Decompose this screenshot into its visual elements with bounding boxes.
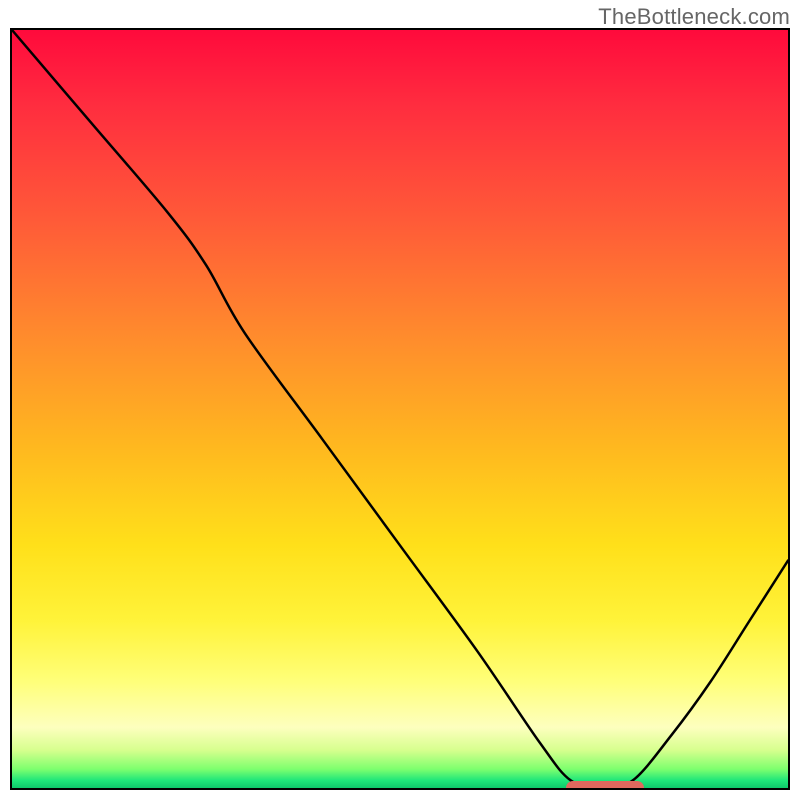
chart-plot-area	[10, 28, 790, 790]
watermark-text: TheBottleneck.com	[598, 4, 790, 30]
optimal-range-marker	[566, 781, 644, 790]
bottleneck-curve	[12, 30, 788, 788]
